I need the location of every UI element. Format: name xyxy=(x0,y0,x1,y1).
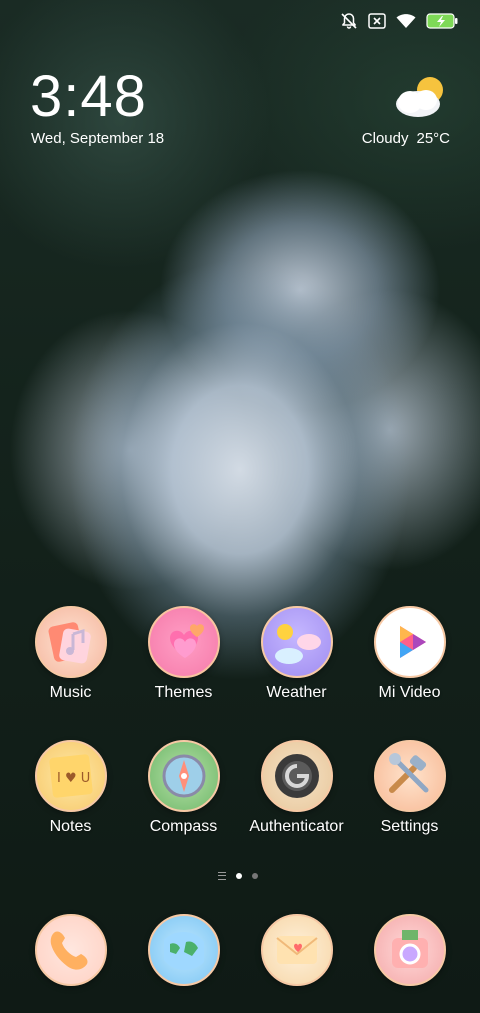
wifi-icon xyxy=(396,13,416,29)
app-label: Notes xyxy=(49,818,92,835)
authenticator-icon xyxy=(260,740,333,812)
app-authenticator[interactable]: Authenticator xyxy=(240,740,353,836)
app-notes[interactable]: I ♥ U Notes xyxy=(14,740,127,836)
messaging-icon xyxy=(260,914,333,986)
status-bar xyxy=(340,10,458,32)
svg-text:I ♥ U: I ♥ U xyxy=(57,771,90,786)
battery-charging-icon xyxy=(426,13,458,29)
app-label: Authenticator xyxy=(249,818,344,835)
notes-icon: I ♥ U xyxy=(34,740,107,812)
dock-messaging[interactable] xyxy=(240,914,353,986)
partly-cloudy-icon xyxy=(390,72,450,127)
page-dot-1[interactable] xyxy=(236,873,242,879)
app-compass[interactable]: Compass xyxy=(127,740,240,836)
weather-condition: Cloudy xyxy=(361,130,409,147)
clock-time[interactable]: 3:48 xyxy=(30,68,147,126)
notifications-off-icon xyxy=(340,12,358,30)
dock-browser[interactable] xyxy=(127,914,240,986)
phone-icon xyxy=(34,914,107,986)
weather-widget[interactable]: Cloudy 25°C xyxy=(310,72,450,152)
dock-camera[interactable] xyxy=(353,914,466,986)
weather-temperature: 25°C xyxy=(416,130,450,147)
weather-readout: Cloudy 25°C xyxy=(354,130,450,147)
page-dot-2[interactable] xyxy=(252,873,258,879)
camera-icon xyxy=(373,914,446,986)
browser-icon xyxy=(147,914,220,986)
music-icon xyxy=(34,606,107,678)
no-sim-icon xyxy=(368,13,386,29)
app-weather[interactable]: Weather xyxy=(240,606,353,702)
compass-icon xyxy=(147,740,220,812)
app-settings[interactable]: Settings xyxy=(353,740,466,836)
app-list-icon[interactable] xyxy=(218,872,226,880)
app-label: Compass xyxy=(149,818,218,835)
app-label: Music xyxy=(49,684,92,701)
dock-phone[interactable] xyxy=(14,914,127,986)
mi-video-icon xyxy=(373,606,446,678)
app-label: Settings xyxy=(380,818,439,835)
settings-icon xyxy=(373,740,446,812)
app-label: Mi Video xyxy=(378,684,441,701)
app-mi-video[interactable]: Mi Video xyxy=(353,606,466,702)
app-label: Themes xyxy=(154,684,213,701)
app-music[interactable]: Music xyxy=(14,606,127,702)
app-themes[interactable]: Themes xyxy=(127,606,240,702)
themes-icon xyxy=(147,606,220,678)
page-indicator[interactable] xyxy=(218,872,258,880)
clock-date[interactable]: Wed, September 18 xyxy=(31,130,164,147)
app-label: Weather xyxy=(266,684,327,701)
weather-app-icon xyxy=(260,606,333,678)
